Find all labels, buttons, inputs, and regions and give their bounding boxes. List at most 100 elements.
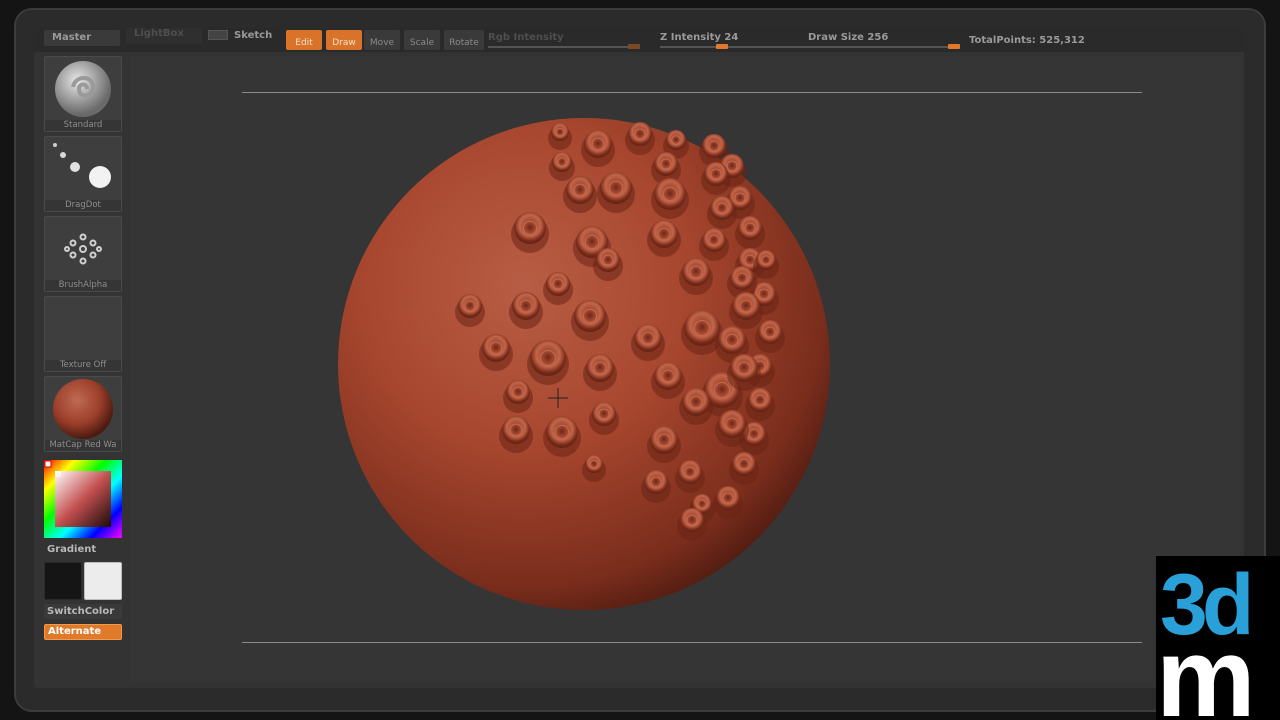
- document-canvas[interactable]: [130, 56, 1240, 682]
- bump-core: [554, 424, 570, 440]
- brush-label: Standard: [45, 120, 121, 131]
- alternate-button[interactable]: Alternate: [44, 624, 122, 640]
- 3dm-logo: 3d m: [1156, 556, 1280, 720]
- draw-size-slider[interactable]: [808, 46, 958, 48]
- bump-core: [697, 499, 707, 509]
- logo-text-m: m: [1156, 615, 1252, 720]
- bump-core: [764, 326, 776, 338]
- rotate-button[interactable]: Rotate: [444, 30, 484, 50]
- bump-core: [555, 127, 565, 137]
- bump-core: [744, 222, 756, 234]
- sketch-icon: [208, 30, 228, 40]
- move-label: Move: [369, 38, 395, 48]
- matcap-red-sphere-icon: [53, 379, 113, 439]
- bump-core: [608, 180, 624, 196]
- bump-core: [464, 300, 476, 312]
- bump-core: [708, 234, 720, 246]
- material-picker[interactable]: MatCap Red Wa: [44, 376, 122, 452]
- stroke-picker[interactable]: DragDot: [44, 136, 122, 212]
- standard-brush-icon: [55, 61, 111, 117]
- edit-button[interactable]: Edit: [286, 30, 322, 50]
- bump-core: [657, 433, 671, 447]
- draw-button[interactable]: Draw: [326, 30, 362, 50]
- bump-core: [686, 514, 698, 526]
- bump-core: [539, 349, 557, 367]
- bump-core: [671, 135, 681, 145]
- master-label: Master: [52, 32, 92, 43]
- bump-core: [589, 459, 599, 469]
- bump-core: [725, 333, 739, 347]
- bump-core: [641, 331, 655, 345]
- bump-core: [519, 299, 533, 313]
- bump-core: [758, 288, 770, 300]
- bump-core: [662, 186, 678, 202]
- gradient-label: Gradient: [47, 544, 97, 555]
- canvas-bottom-line: [242, 642, 1142, 643]
- draw-size-knob[interactable]: [948, 44, 960, 49]
- bump-core: [722, 492, 734, 504]
- sketch-button[interactable]: Sketch: [208, 30, 272, 41]
- bump-core: [582, 308, 598, 324]
- bump-core: [593, 361, 607, 375]
- move-button[interactable]: Move: [364, 30, 400, 50]
- brush-picker[interactable]: Standard: [44, 56, 122, 132]
- bump-core: [591, 137, 605, 151]
- bump-core: [552, 278, 564, 290]
- bump-core: [716, 202, 728, 214]
- bump-core: [598, 408, 610, 420]
- bump-core: [489, 341, 503, 355]
- z-intensity-knob[interactable]: [716, 44, 728, 49]
- draw-size-label: Draw Size 256: [808, 32, 889, 43]
- scale-button[interactable]: Scale: [404, 30, 440, 50]
- logo-mark-icon: 3d m: [1156, 557, 1256, 720]
- scale-label: Scale: [409, 38, 435, 48]
- z-intensity-label: Z Intensity 24: [660, 32, 739, 43]
- bump-core: [684, 466, 696, 478]
- rgb-intensity-label: Rgb Intensity: [488, 32, 564, 43]
- bump-core: [557, 157, 567, 167]
- stroke-label: DragDot: [45, 200, 121, 211]
- bump-core: [761, 255, 771, 265]
- edit-label: Edit: [295, 38, 313, 48]
- rgb-intensity-knob[interactable]: [628, 44, 640, 49]
- material-label: MatCap Red Wa: [45, 440, 121, 451]
- window-frame: Master LightBox Sketch Edit Draw Move Sc…: [0, 0, 1280, 720]
- sculpted-sphere: [338, 118, 830, 610]
- z-intensity-slider[interactable]: [660, 46, 810, 48]
- bump-core: [602, 254, 614, 266]
- color-picker[interactable]: [44, 460, 122, 538]
- secondary-color-swatch[interactable]: [84, 562, 122, 600]
- bump-core: [657, 227, 671, 241]
- bump-core: [660, 158, 672, 170]
- alpha-label: BrushAlpha: [45, 280, 121, 291]
- zbrush-screen: Master LightBox Sketch Edit Draw Move Sc…: [34, 28, 1244, 688]
- master-menu[interactable]: Master: [44, 30, 120, 46]
- switch-color-button[interactable]: SwitchColor: [44, 604, 122, 619]
- lightbox-button[interactable]: LightBox: [126, 28, 202, 44]
- bump-core: [725, 417, 739, 431]
- bump-core: [650, 476, 662, 488]
- dragdot-stroke-icon: [53, 143, 111, 188]
- left-shelf: Standard DragDot BrushAlpha Texture Off …: [44, 56, 124, 686]
- bump-core: [689, 395, 703, 409]
- color-swatches: [44, 562, 122, 602]
- texture-picker[interactable]: Texture Off: [44, 296, 122, 372]
- bump-core: [737, 361, 751, 375]
- bump-core: [634, 128, 646, 140]
- lightbox-label: LightBox: [134, 28, 184, 39]
- bump-core: [693, 319, 711, 337]
- rgb-intensity-slider[interactable]: [488, 46, 640, 48]
- sketch-label: Sketch: [234, 30, 273, 41]
- main-color-swatch[interactable]: [44, 562, 82, 600]
- top-toolbar: Master LightBox Sketch Edit Draw Move Sc…: [34, 28, 1244, 52]
- alpha-picker[interactable]: BrushAlpha: [44, 216, 122, 292]
- rotate-label: Rotate: [449, 38, 479, 48]
- total-points: TotalPoints: 525,312: [969, 35, 1085, 46]
- bump-core: [661, 369, 675, 383]
- bump-core: [710, 168, 722, 180]
- draw-label: Draw: [332, 38, 356, 48]
- bump-core: [754, 394, 766, 406]
- texture-label: Texture Off: [45, 360, 121, 371]
- bump-core: [584, 234, 600, 250]
- bump-core: [739, 299, 753, 313]
